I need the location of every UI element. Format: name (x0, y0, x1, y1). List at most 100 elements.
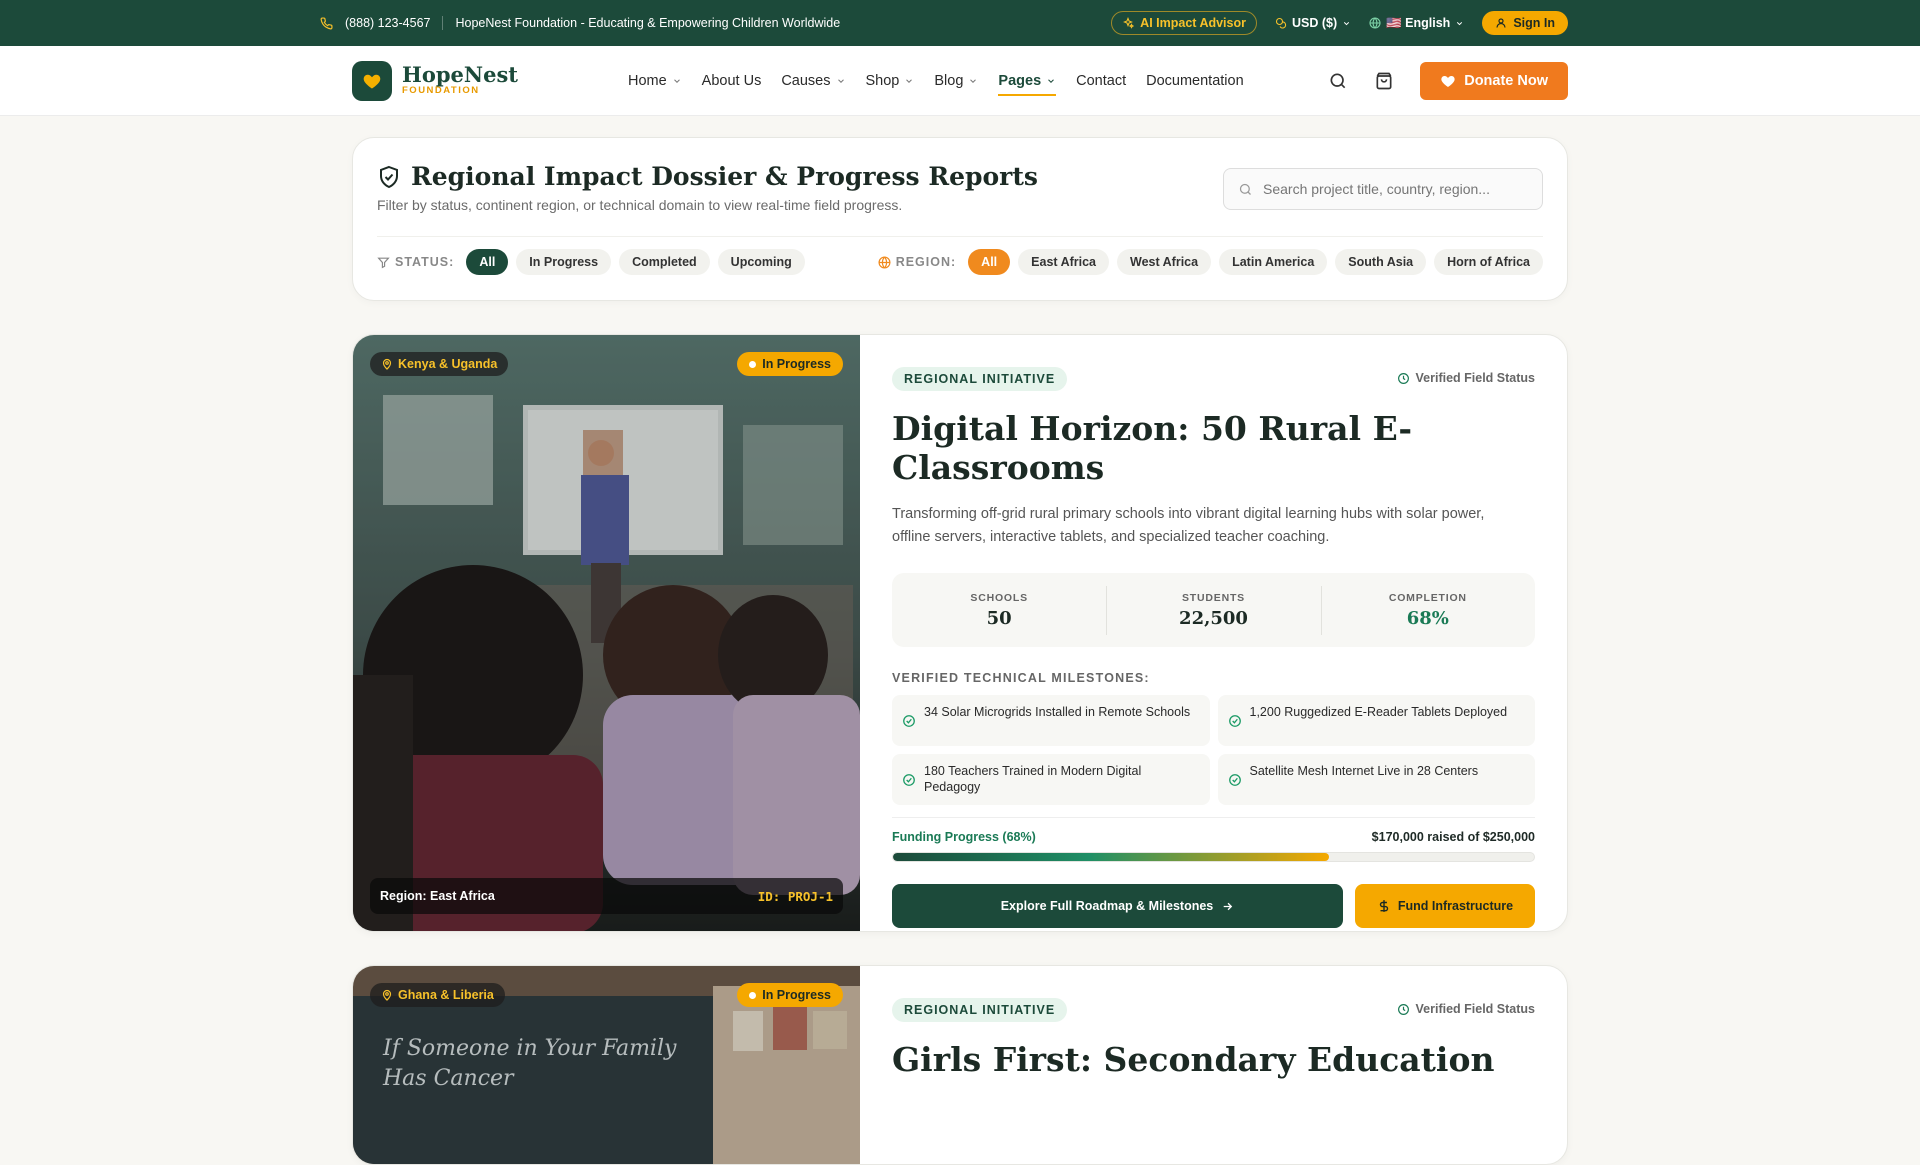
stat-value: 22,500 (1179, 607, 1248, 629)
chevron-down-icon (1342, 19, 1351, 28)
nav-item-documentation[interactable]: Documentation (1146, 64, 1244, 98)
status-chip-upcoming[interactable]: Upcoming (717, 249, 805, 275)
page-title-text: Regional Impact Dossier & Progress Repor… (411, 162, 1038, 191)
location-text: Kenya & Uganda (398, 357, 498, 371)
location-badge: Ghana & Liberia (370, 983, 505, 1007)
filter-panel: Regional Impact Dossier & Progress Repor… (352, 137, 1568, 301)
nav-menu: Home About Us Causes Shop Blog Pages Con… (628, 64, 1244, 98)
language-label: 🇺🇸 English (1386, 15, 1451, 30)
region-chip-south-asia[interactable]: South Asia (1335, 249, 1427, 275)
project-card: If Someone in Your Family Has Cancer Gha… (352, 965, 1568, 1165)
milestone-text: Satellite Mesh Internet Live in 28 Cente… (1249, 764, 1479, 778)
heart-icon (1440, 73, 1456, 89)
milestone-text: 1,200 Ruggedized E-Reader Tablets Deploy… (1249, 705, 1508, 719)
image-footer: Region: East Africa ID: PROJ-1 (370, 878, 843, 914)
heart-logo-icon (352, 60, 392, 101)
nav-label: Contact (1076, 72, 1127, 89)
milestone-text: 180 Teachers Trained in Modern Digital P… (924, 764, 1142, 794)
ai-impact-advisor-button[interactable]: AI Impact Advisor (1111, 11, 1257, 35)
top-bar: (888) 123-4567 HopeNest Foundation - Edu… (0, 0, 1920, 46)
chevron-down-icon (1455, 19, 1464, 28)
project-description: Transforming off-grid rural primary scho… (892, 506, 1485, 545)
verified-text: Verified Field Status (1415, 1002, 1535, 1016)
project-title[interactable]: Digital Horizon: 50 Rural E-Classrooms (892, 409, 1535, 487)
status-dot (749, 991, 757, 999)
ai-advisor-label: AI Impact Advisor (1140, 16, 1246, 30)
stat-value: 68% (1406, 607, 1449, 629)
classroom-photo (353, 335, 860, 931)
shopping-bag-icon[interactable] (1374, 71, 1394, 91)
sign-in-label: Sign In (1513, 16, 1555, 30)
user-icon (1495, 17, 1507, 29)
location-text: Ghana & Liberia (398, 988, 494, 1002)
region-chip-west-africa[interactable]: West Africa (1117, 249, 1212, 275)
nav-label: About Us (701, 72, 762, 89)
nav-item-home[interactable]: Home (628, 64, 682, 98)
initiative-tag: REGIONAL INITIATIVE (892, 998, 1068, 1022)
funding-row: Funding Progress (68%) $170,000 raised o… (892, 817, 1535, 844)
initiative-tag: REGIONAL INITIATIVE (892, 367, 1068, 391)
phone-number[interactable]: (888) 123-4567 (345, 16, 430, 30)
donate-label: Donate Now (1464, 72, 1548, 89)
milestones-grid: 34 Solar Microgrids Installed in Remote … (892, 695, 1535, 805)
brand-logo[interactable]: HopeNest FOUNDATION (352, 60, 518, 101)
nav-label: Pages (998, 72, 1042, 89)
project-body: REGIONAL INITIATIVE Verified Field Statu… (860, 966, 1567, 1164)
check-circle-icon (902, 705, 916, 737)
chalkboard-writing: If Someone in Your Family Has Cancer (383, 1036, 677, 1091)
status-chip-in-progress[interactable]: In Progress (516, 249, 612, 275)
project-title[interactable]: Girls First: Secondary Education (892, 1040, 1535, 1079)
globe-icon (1369, 17, 1381, 29)
map-pin-icon (381, 989, 393, 1001)
divider (442, 16, 444, 30)
check-circle-icon (902, 764, 916, 796)
fund-infrastructure-button[interactable]: Fund Infrastructure (1355, 884, 1535, 928)
nav-item-causes[interactable]: Causes (781, 64, 845, 98)
status-chip-all[interactable]: All (466, 249, 509, 275)
language-selector[interactable]: 🇺🇸 English (1369, 16, 1464, 31)
verified-status: Verified Field Status (1397, 1002, 1535, 1016)
filter-row: STATUS: All In Progress Completed Upcomi… (377, 236, 1543, 275)
nav-label: Home (627, 72, 667, 89)
nav-item-contact[interactable]: Contact (1076, 64, 1126, 98)
nav-item-about-us[interactable]: About Us (702, 64, 762, 98)
funding-amount: $170,000 raised of $250,000 (1371, 830, 1535, 844)
search-box[interactable] (1223, 168, 1543, 210)
explore-label: Explore Full Roadmap & Milestones (1000, 899, 1214, 913)
nav-item-shop[interactable]: Shop (866, 64, 915, 98)
stat-value: 50 (986, 607, 1012, 629)
donate-now-button[interactable]: Donate Now (1420, 61, 1568, 100)
region-chip-east-africa[interactable]: East Africa (1018, 249, 1109, 275)
status-filter-label: STATUS: (377, 255, 454, 269)
project-body: REGIONAL INITIATIVE Verified Field Statu… (860, 335, 1567, 931)
chevron-down-icon (968, 76, 978, 86)
shield-check-icon (377, 165, 401, 189)
explore-roadmap-button[interactable]: Explore Full Roadmap & Milestones (892, 884, 1343, 928)
nav-item-pages[interactable]: Pages (998, 64, 1056, 98)
status-chip-completed[interactable]: Completed (619, 249, 710, 275)
search-icon (1238, 182, 1253, 197)
currency-selector[interactable]: USD ($) (1275, 16, 1351, 30)
milestone-text: 34 Solar Microgrids Installed in Remote … (924, 705, 1191, 719)
nav-item-blog[interactable]: Blog (934, 64, 978, 98)
nav-label: Blog (934, 72, 964, 89)
clock-icon (1397, 1003, 1410, 1016)
milestone-item: 1,200 Ruggedized E-Reader Tablets Deploy… (1217, 695, 1535, 746)
search-input[interactable] (1263, 181, 1528, 197)
status-dot (749, 360, 757, 368)
funding-progress-bar (892, 852, 1535, 862)
stat-label: SCHOOLS (970, 591, 1028, 604)
arrow-right-icon (1221, 900, 1234, 913)
nav-label: Causes (781, 72, 831, 89)
globe-icon (878, 255, 891, 269)
stat-label: STUDENTS (1181, 591, 1245, 604)
project-image: Kenya & Uganda In Progress Region: East … (353, 335, 860, 931)
region-chip-all[interactable]: All (968, 249, 1011, 275)
sign-in-button[interactable]: Sign In (1482, 11, 1568, 35)
sparkle-icon (1122, 17, 1135, 29)
currency-label: USD ($) (1291, 16, 1338, 30)
region-chip-latin-america[interactable]: Latin America (1219, 249, 1328, 275)
search-icon[interactable] (1328, 71, 1348, 91)
stats-panel: SCHOOLS 50 STUDENTS 22,500 COMPLETION 68… (892, 573, 1535, 647)
region-chip-horn-of-africa[interactable]: Horn of Africa (1434, 249, 1543, 275)
